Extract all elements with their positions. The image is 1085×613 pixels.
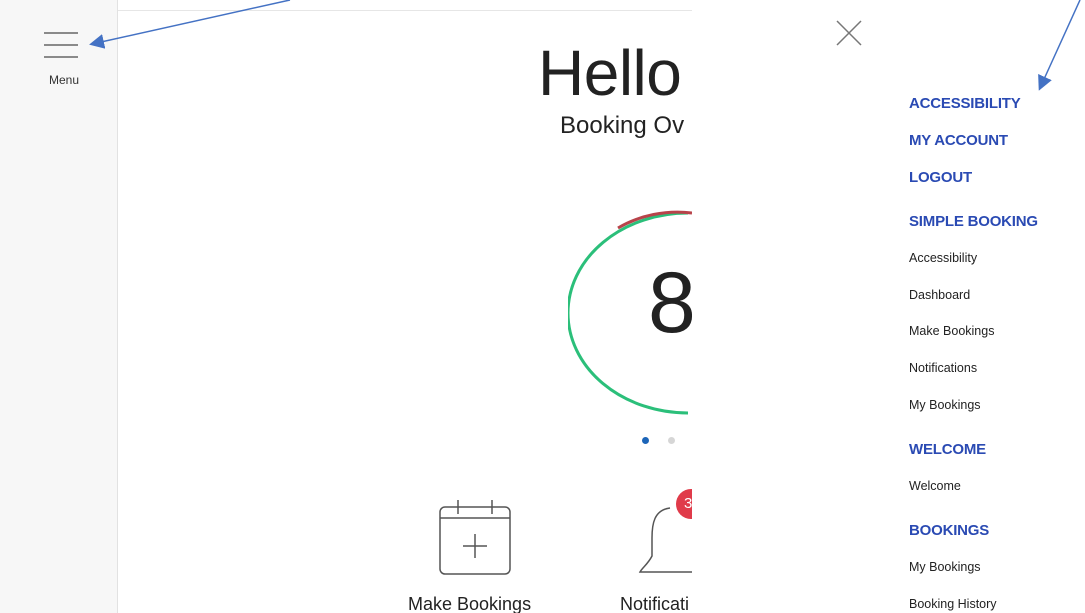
menu-link-accessibility[interactable]: ACCESSIBILITY: [909, 95, 1021, 112]
calendar-plus-icon[interactable]: [438, 498, 512, 578]
menu-item-notifications[interactable]: Notifications: [909, 361, 977, 375]
menu-item-dashboard[interactable]: Dashboard: [909, 288, 970, 302]
menu-item-accessibility[interactable]: Accessibility: [909, 251, 977, 265]
gauge-value: 8: [648, 255, 692, 351]
carousel-dot[interactable]: [668, 437, 675, 444]
top-divider: [118, 10, 692, 11]
menu-section-welcome[interactable]: WELCOME: [909, 441, 986, 458]
sidebar: Menu: [0, 0, 118, 613]
close-icon[interactable]: [836, 20, 862, 46]
menu-label[interactable]: Menu: [44, 73, 84, 87]
menu-section-simple-booking[interactable]: SIMPLE BOOKING: [909, 213, 1038, 230]
menu-link-logout[interactable]: LOGOUT: [909, 169, 972, 186]
notifications-tile-label[interactable]: Notificati: [620, 594, 689, 613]
app-screenshot-menu: [692, 0, 1085, 613]
greeting-heading: Hello: [538, 37, 682, 109]
app-screenshot-dashboard: Menu Hello Booking Ov 8 Make Bookings 3 …: [0, 0, 692, 613]
menu-item-welcome[interactable]: Welcome: [909, 479, 961, 493]
menu-item-booking-history[interactable]: Booking History: [909, 597, 997, 611]
menu-item-my-bookings[interactable]: My Bookings: [909, 398, 981, 412]
hamburger-menu-icon[interactable]: [44, 30, 78, 60]
menu-item-my-bookings-2[interactable]: My Bookings: [909, 560, 981, 574]
menu-section-bookings[interactable]: BOOKINGS: [909, 522, 989, 539]
carousel-dot-active[interactable]: [642, 437, 649, 444]
menu-item-make-bookings[interactable]: Make Bookings: [909, 324, 994, 338]
booking-overview-subtitle: Booking Ov: [560, 112, 685, 139]
menu-link-my-account[interactable]: MY ACCOUNT: [909, 132, 1008, 149]
make-bookings-tile-label[interactable]: Make Bookings: [408, 594, 531, 613]
